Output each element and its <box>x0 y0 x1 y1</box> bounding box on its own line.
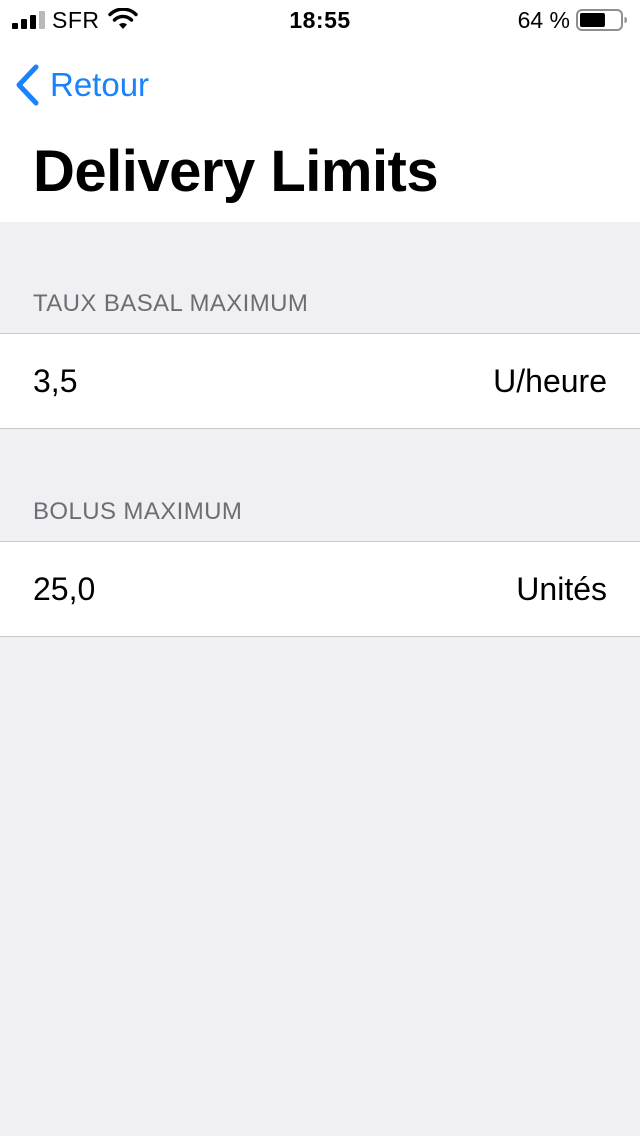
max-bolus-row[interactable]: 25,0 Unités <box>0 541 640 637</box>
section-header-max-basal-rate: TAUX BASAL MAXIMUM <box>33 290 309 317</box>
page-title: Delivery Limits <box>33 139 439 204</box>
max-basal-rate-row[interactable]: 3,5 U/heure <box>0 333 640 429</box>
back-button[interactable]: Retour <box>14 62 149 108</box>
battery-icon <box>576 9 627 31</box>
chevron-left-icon <box>16 64 39 106</box>
back-button-label: Retour <box>50 66 150 103</box>
max-basal-rate-value: 3,5 <box>33 363 78 399</box>
battery-percentage: 64 % <box>517 7 570 33</box>
section-header-max-bolus: BOLUS MAXIMUM <box>33 498 243 525</box>
max-bolus-unit: Unités <box>516 571 607 607</box>
max-basal-rate-unit: U/heure <box>493 363 607 399</box>
max-bolus-value: 25,0 <box>33 571 96 607</box>
navigation-area: SFR 18:55 64 % Retour Delivery Limits <box>0 0 640 222</box>
status-bar: SFR 18:55 64 % <box>0 0 640 40</box>
